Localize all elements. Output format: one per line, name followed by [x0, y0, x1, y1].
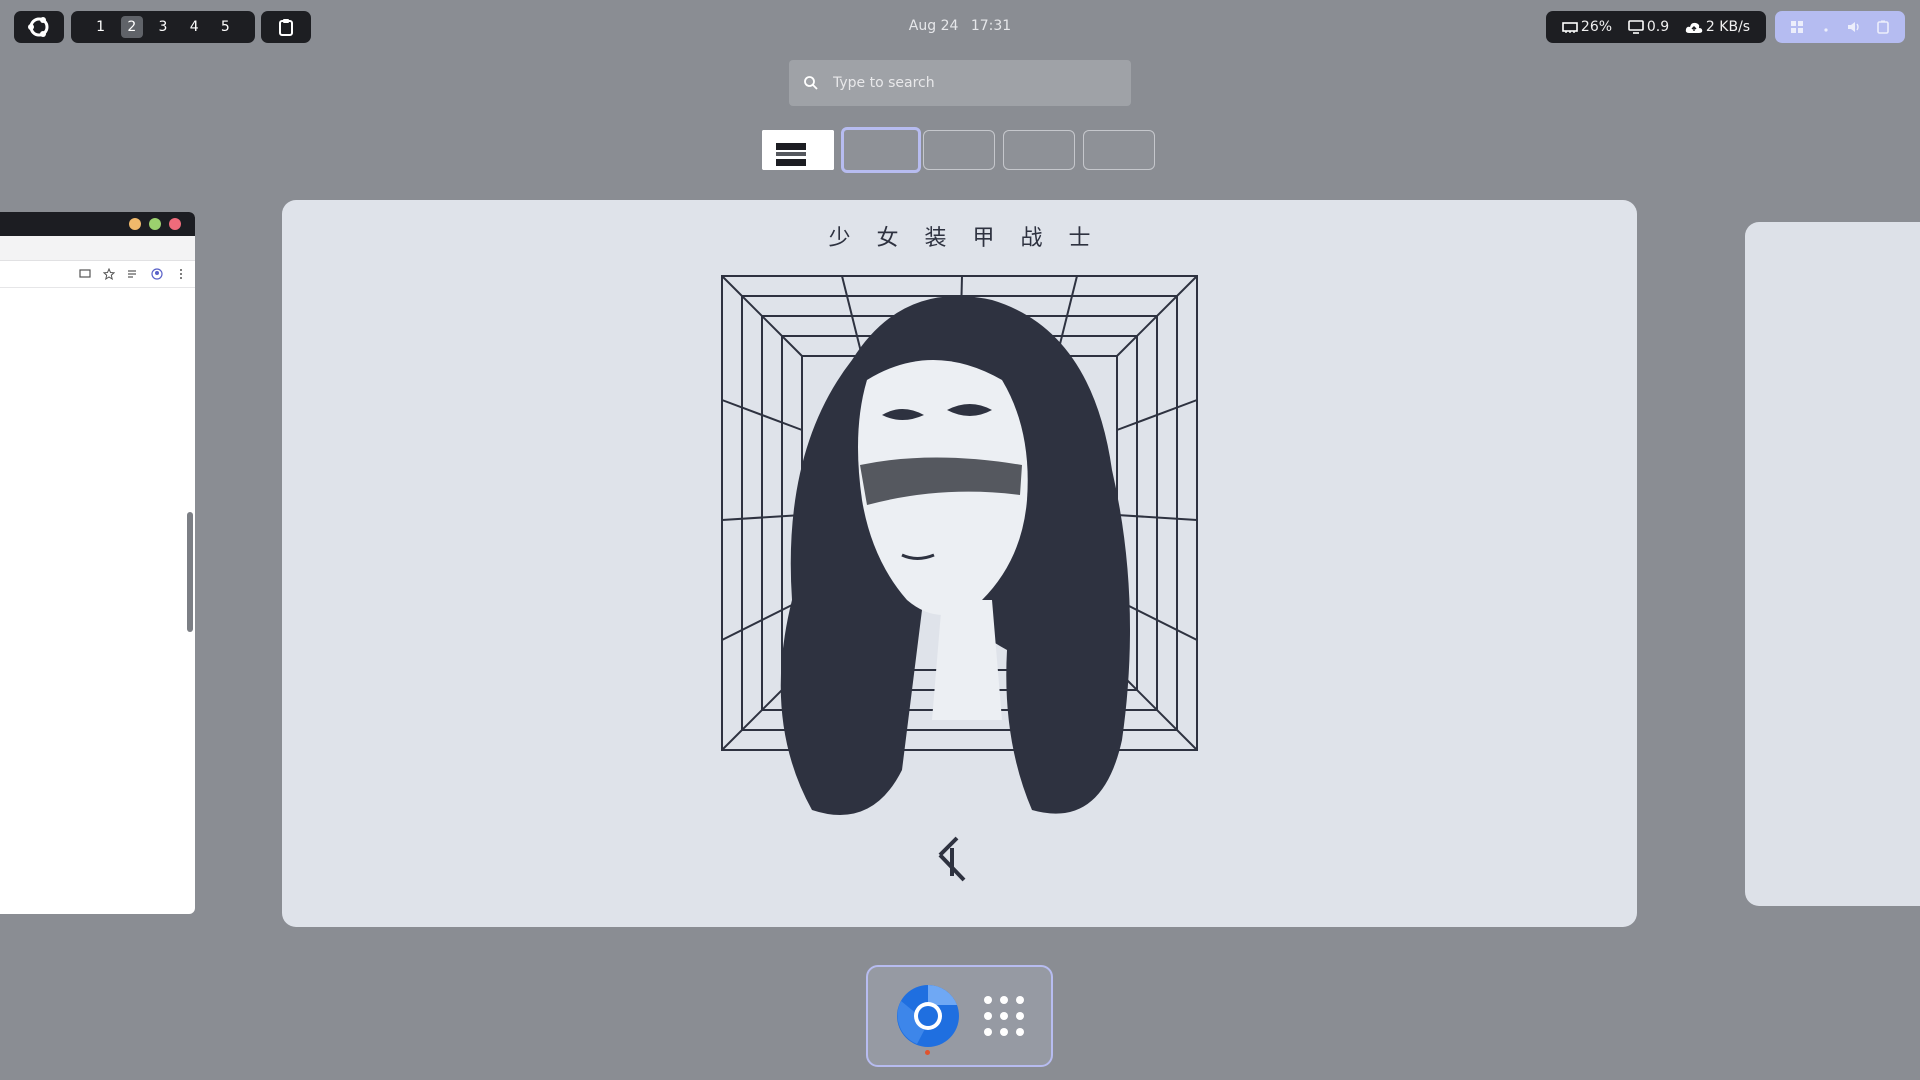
grid-dot — [999, 1028, 1008, 1036]
memory-stat: 26% — [1562, 19, 1612, 35]
dock — [866, 965, 1053, 1067]
running-indicator — [925, 1050, 931, 1055]
network-icon — [1824, 28, 1828, 32]
chromium-icon — [897, 985, 960, 1047]
workspace-3-thumbnail[interactable] — [923, 130, 995, 170]
time-label: 17:31 — [970, 18, 1012, 34]
grid-dot — [1015, 1028, 1024, 1036]
browser-window-preview[interactable] — [0, 212, 195, 914]
workspace-1-thumbnail[interactable] — [762, 130, 834, 170]
grid-dot — [1015, 1012, 1024, 1020]
artwork-title: 少女装甲战士 — [828, 226, 1117, 251]
load-stat: 0.9 — [1628, 19, 1669, 35]
workspace-5-thumbnail[interactable] — [1083, 130, 1155, 170]
memory-value: 26% — [1580, 19, 1613, 35]
cloud-upload-icon — [1685, 22, 1703, 33]
adjacent-window-preview[interactable] — [1745, 222, 1920, 906]
grid-dot — [983, 1012, 992, 1020]
load-value: 0.9 — [1646, 19, 1670, 35]
browser-tab-strip — [0, 236, 195, 261]
show-applications-button[interactable] — [983, 996, 1024, 1036]
battery-icon — [1876, 20, 1889, 34]
date-label: Aug 24 — [908, 18, 959, 34]
bookmark-star-icon[interactable] — [103, 268, 115, 280]
close-button[interactable] — [169, 218, 181, 230]
workspace-2-thumbnail[interactable] — [841, 127, 921, 173]
search-input[interactable] — [831, 74, 1105, 92]
minimize-button[interactable] — [129, 218, 141, 230]
grid-dot — [999, 996, 1008, 1004]
quick-settings-tray[interactable] — [1775, 11, 1905, 43]
network-stat: 2 KB/s — [1685, 19, 1750, 35]
grid-dot — [1015, 996, 1024, 1004]
network-value: 2 KB/s — [1705, 19, 1751, 35]
profile-icon[interactable] — [151, 268, 163, 280]
grid-dot — [983, 996, 992, 1004]
workspace-1-preview — [762, 130, 834, 170]
image-viewer-window-preview[interactable]: 少女装甲战士 — [282, 200, 1637, 927]
search-icon — [804, 76, 818, 90]
browser-toolbar — [0, 261, 195, 288]
chromium-dock-icon[interactable] — [895, 983, 961, 1055]
system-monitor[interactable]: 26% 0.9 2 KB/s — [1546, 11, 1766, 43]
grid-dot — [999, 1012, 1008, 1020]
media-icon[interactable] — [127, 268, 139, 280]
menu-dots-icon[interactable] — [175, 268, 187, 280]
memory-icon — [1562, 22, 1578, 33]
search-box[interactable] — [789, 60, 1131, 106]
scrollbar[interactable] — [187, 512, 193, 632]
cast-icon[interactable] — [79, 268, 91, 280]
workspace-4-thumbnail[interactable] — [1003, 130, 1075, 170]
maximize-button[interactable] — [149, 218, 161, 230]
volume-icon — [1848, 22, 1859, 32]
grid-dot — [983, 1028, 992, 1036]
monitor-icon — [1628, 20, 1644, 34]
window-titlebar — [0, 212, 195, 236]
cyborg-girl-artwork — [721, 275, 1198, 882]
grid-icon — [1791, 21, 1804, 33]
